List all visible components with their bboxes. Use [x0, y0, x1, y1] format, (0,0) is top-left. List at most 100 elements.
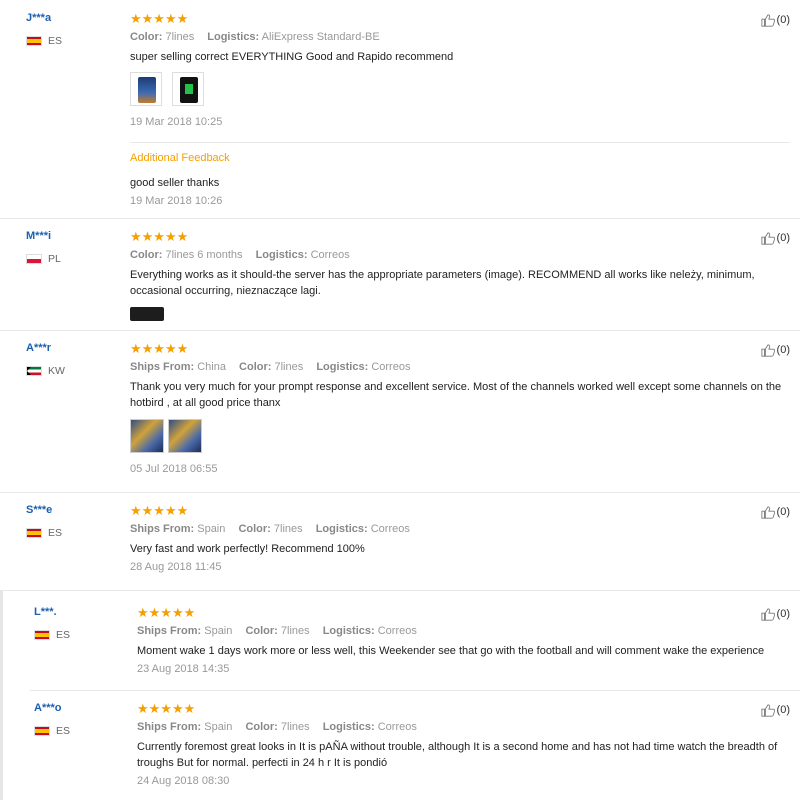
thumbs-up-icon: [760, 232, 775, 245]
reviewer-name[interactable]: J***a: [26, 12, 51, 24]
review-meta: Ships From: Spain Color: 7lines Logistic…: [137, 721, 793, 733]
reviewer-name[interactable]: M***i: [26, 230, 51, 242]
review-meta: Ships From: Spain Color: 7lines Logistic…: [130, 523, 790, 535]
reviewer-country: ES: [34, 629, 70, 641]
review-photo-thumbnail[interactable]: [130, 72, 162, 106]
review-divider: [0, 492, 800, 493]
reviewer-name[interactable]: S***e: [26, 504, 52, 516]
color-value: 7lines: [273, 523, 303, 535]
helpful-count: (0): [776, 14, 790, 26]
color-label: Color:: [238, 523, 271, 535]
additional-feedback-heading: Additional Feedback: [130, 152, 230, 164]
ships-from-label: Ships From:: [130, 523, 195, 535]
country-code: ES: [56, 629, 71, 641]
reviewer-country: ES: [26, 35, 62, 47]
review-date: 23 Aug 2018 14:35: [137, 663, 230, 675]
helpful-count: (0): [776, 344, 790, 356]
reviewer-name[interactable]: A***o: [34, 702, 62, 714]
review-body: ★★★★★ Color: 7lines 6 months Logistics: …: [130, 230, 790, 321]
ships-from-value: China: [197, 361, 226, 373]
review-meta: Color: 7lines Logistics: AliExpress Stan…: [130, 31, 790, 43]
review-photo-thumbnail[interactable]: [130, 307, 164, 321]
thumbs-up-icon: [760, 344, 775, 357]
poland-flag-icon: [26, 254, 42, 264]
reviewer-country: ES: [34, 725, 70, 737]
review-body: ★★★★★ Ships From: Spain Color: 7lines Lo…: [137, 701, 793, 788]
review-text: Moment wake 1 days work more or less wel…: [137, 645, 765, 657]
review-text: Thank you very much for your prompt resp…: [130, 381, 782, 409]
reviewer-country: PL: [26, 253, 61, 265]
country-code: KW: [48, 365, 65, 377]
review-date: 28 Aug 2018 11:45: [130, 561, 222, 573]
review-photo-thumbnail[interactable]: [172, 72, 204, 106]
logistics-label: Logistics:: [207, 31, 260, 43]
logistics-label: Logistics:: [322, 625, 375, 637]
reviewer-country: KW: [26, 365, 65, 377]
review-text: Very fast and work perfectly! Recommend …: [130, 543, 365, 555]
review-divider: [0, 590, 800, 591]
review-date: 19 Mar 2018 10:25: [130, 116, 223, 128]
helpful-count: (0): [776, 232, 790, 244]
thumbs-up-icon: [760, 608, 775, 621]
review-meta: Color: 7lines 6 months Logistics: Correo…: [130, 249, 790, 261]
logistics-label: Logistics:: [255, 249, 308, 261]
logistics-label: Logistics:: [315, 523, 368, 535]
helpful-button[interactable]: (0): [760, 505, 790, 519]
color-label: Color:: [239, 361, 272, 373]
star-rating: ★★★★★: [137, 701, 196, 716]
country-code: ES: [48, 527, 63, 539]
helpful-button[interactable]: (0): [760, 13, 790, 27]
thumbs-up-icon: [760, 506, 775, 519]
additional-feedback-text: good seller thanks: [130, 177, 220, 189]
star-rating: ★★★★★: [137, 605, 196, 620]
review-body: ★★★★★ Ships From: China Color: 7lines Lo…: [130, 342, 790, 475]
color-value: 7lines: [274, 361, 304, 373]
review-text: super selling correct EVERYTHING Good an…: [130, 51, 454, 63]
ships-from-value: Spain: [204, 721, 233, 733]
country-code: PL: [48, 253, 61, 265]
logistics-value: Correos: [377, 625, 417, 637]
feedback-divider: [130, 142, 790, 143]
review-divider: [0, 330, 800, 331]
spain-flag-icon: [26, 36, 42, 46]
helpful-button[interactable]: (0): [760, 607, 790, 621]
review-meta: Ships From: Spain Color: 7lines Logistic…: [137, 625, 793, 637]
color-label: Color:: [245, 625, 278, 637]
review-photo-thumbnail[interactable]: [168, 419, 202, 453]
color-label: Color:: [245, 721, 278, 733]
review-photos: [130, 72, 790, 106]
color-value: 7lines: [280, 625, 310, 637]
reviewer-name[interactable]: L***.: [34, 606, 57, 618]
helpful-button[interactable]: (0): [760, 343, 790, 357]
review-photo-thumbnail[interactable]: [130, 419, 164, 453]
review-meta: Ships From: China Color: 7lines Logistic…: [130, 361, 790, 373]
star-rating: ★★★★★: [130, 11, 189, 26]
star-rating: ★★★★★: [130, 229, 189, 244]
logistics-label: Logistics:: [322, 721, 375, 733]
kuwait-flag-icon: [26, 366, 42, 376]
spain-flag-icon: [26, 528, 42, 538]
color-value: 7lines: [165, 31, 195, 43]
review-photos: [130, 419, 790, 453]
review-body: ★★★★★ Ships From: Spain Color: 7lines Lo…: [130, 503, 790, 574]
ships-from-value: Spain: [204, 625, 233, 637]
logistics-label: Logistics:: [316, 361, 369, 373]
logistics-value: Correos: [370, 523, 410, 535]
ships-from-value: Spain: [197, 523, 226, 535]
review-text: Everything works as it should-the server…: [130, 269, 755, 297]
helpful-count: (0): [776, 608, 790, 620]
review-divider: [0, 218, 800, 219]
logistics-value: Correos: [371, 361, 411, 373]
review-date: 05 Jul 2018 06:55: [130, 463, 218, 475]
helpful-button[interactable]: (0): [760, 231, 790, 245]
color-value: 7lines: [280, 721, 310, 733]
star-rating: ★★★★★: [130, 503, 189, 518]
color-value: 7lines 6 months: [165, 249, 243, 261]
helpful-count: (0): [776, 506, 790, 518]
nested-reviews-bar: [0, 590, 3, 800]
helpful-button[interactable]: (0): [760, 703, 790, 717]
ships-from-label: Ships From:: [130, 361, 195, 373]
review-body: ★★★★★ Color: 7lines Logistics: AliExpres…: [130, 12, 790, 128]
country-code: ES: [48, 35, 63, 47]
reviewer-name[interactable]: A***r: [26, 342, 51, 354]
